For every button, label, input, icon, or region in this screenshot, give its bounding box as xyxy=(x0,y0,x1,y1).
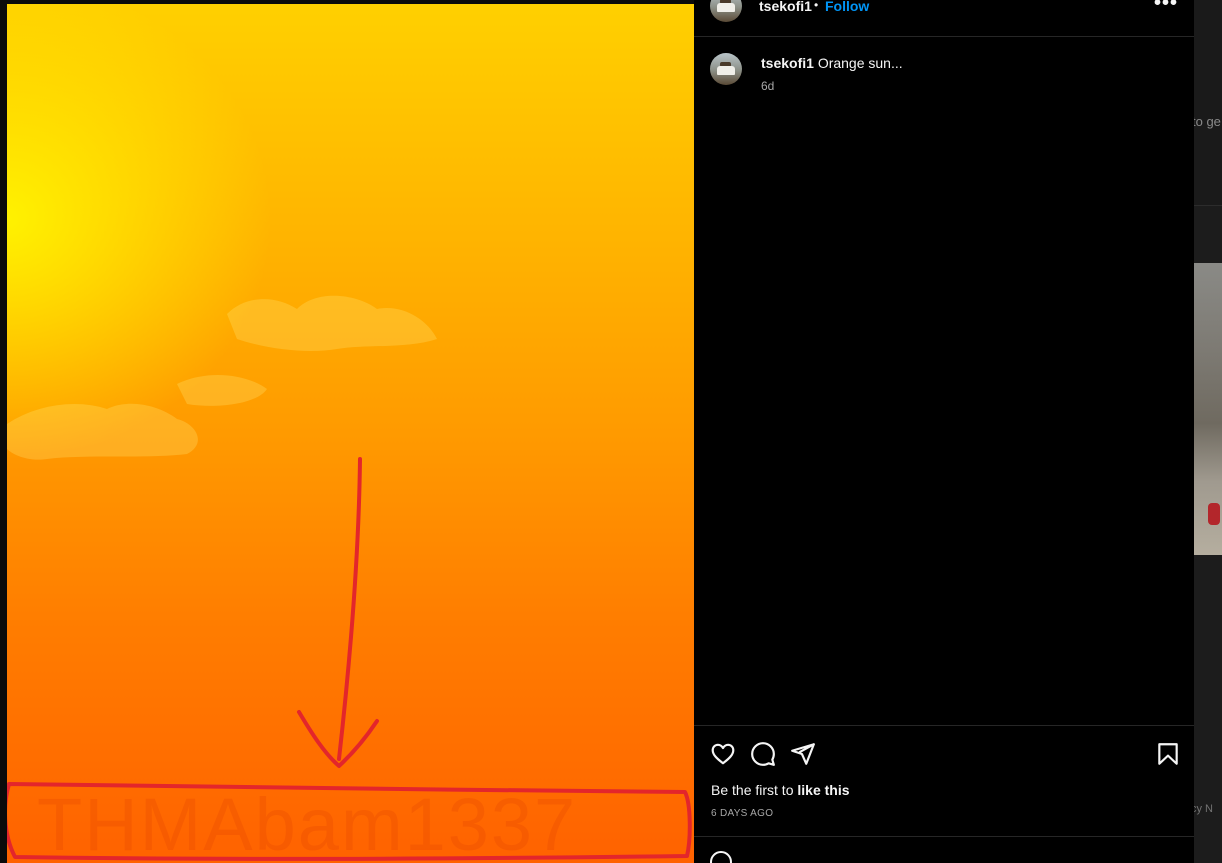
heart-icon[interactable] xyxy=(710,741,736,767)
post-header: tsekofi1 • Follow ••• xyxy=(694,0,1194,37)
comment-icon[interactable] xyxy=(750,741,776,767)
background-text-top: to ge xyxy=(1194,114,1221,129)
caption-avatar[interactable] xyxy=(710,53,742,85)
caption-username[interactable]: tsekofi1 xyxy=(761,55,814,71)
add-comment-row xyxy=(694,836,1194,863)
caption-timestamp[interactable]: 6d xyxy=(761,79,774,93)
background-page: to ge cy N xyxy=(1194,0,1222,863)
likes-summary: Be the first to like this xyxy=(711,782,850,798)
background-text-bottom: cy N xyxy=(1194,803,1213,815)
image-scene xyxy=(7,295,692,861)
post-media-container: THMAbam1337 xyxy=(0,0,694,863)
follow-button[interactable]: Follow xyxy=(825,0,869,14)
background-figure xyxy=(1208,503,1220,525)
post-image[interactable]: THMAbam1337 xyxy=(7,4,694,863)
author-username[interactable]: tsekofi1 xyxy=(759,0,812,14)
avatar-car xyxy=(717,66,735,75)
post-sidebar: tsekofi1 • Follow ••• tsekofi1 Orange su… xyxy=(694,0,1194,863)
clouds xyxy=(7,295,437,460)
caption-line: tsekofi1 Orange sun... xyxy=(761,55,903,71)
more-options-icon[interactable]: ••• xyxy=(1154,0,1178,15)
post-caption: tsekofi1 Orange sun... 6d xyxy=(694,50,1194,100)
avatar-car xyxy=(717,3,735,12)
post-modal: THMAbam1337 tsekofi1 • Follow ••• tsekof… xyxy=(0,0,1222,863)
background-header xyxy=(1194,0,1222,206)
post-actions: Be the first to like this 6 DAYS AGO xyxy=(694,725,1194,863)
caption-text: Orange sun... xyxy=(817,55,903,71)
header-separator: • xyxy=(814,0,819,12)
likes-prefix: Be the first to xyxy=(711,782,798,798)
like-this-link[interactable]: like this xyxy=(797,782,849,798)
annotation-arrow xyxy=(297,457,379,768)
share-icon[interactable] xyxy=(790,741,816,767)
image-watermark: THMAbam1337 xyxy=(37,783,578,863)
bookmark-icon[interactable] xyxy=(1155,741,1181,767)
background-photo xyxy=(1194,263,1222,555)
author-avatar[interactable] xyxy=(710,0,742,22)
post-date[interactable]: 6 DAYS AGO xyxy=(711,808,773,819)
emoji-icon[interactable] xyxy=(710,851,732,863)
